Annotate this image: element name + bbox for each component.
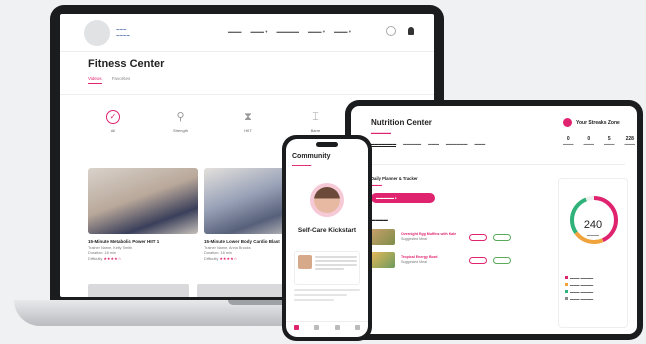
post-comments bbox=[294, 289, 360, 304]
phone: Community ▬▬▬▬▬▬ Self-Care Kickstart bbox=[282, 135, 372, 341]
page-title: Fitness Center bbox=[88, 58, 165, 70]
streak-stats: 0▬▬▬ 0▬▬▬ 5▬▬▬ 228▬▬▬ 41▬▬ bbox=[563, 136, 635, 146]
category-barre[interactable]: ⌶ Barre bbox=[301, 110, 331, 133]
category-strength[interactable]: ⚲ Strength bbox=[166, 110, 196, 133]
page-title: Community bbox=[292, 153, 331, 160]
streak-icon bbox=[563, 118, 572, 127]
calorie-label: ▬▬▬▬ bbox=[587, 233, 599, 237]
planner: Daily Planner & Tracker ▬▬▬ ▬▬▬▬▬ ▸ ▬▬▬▬… bbox=[371, 176, 553, 268]
log-button[interactable] bbox=[493, 233, 511, 241]
community-screen: Community ▬▬▬▬▬▬ Self-Care Kickstart bbox=[286, 139, 368, 337]
video-title: 15-Minute Metabolic Power HIIT 1 bbox=[88, 239, 160, 244]
calories-panel: 240 ▬▬▬▬ ▬▬▬ ▬▬▬▬ ▬▬▬ ▬▬▬▬ ▬▬▬ ▬▬▬▬ ▬▬▬ … bbox=[558, 178, 628, 328]
dumbbell-icon: ⚲ bbox=[176, 111, 185, 123]
calorie-value: 240 bbox=[583, 219, 603, 231]
meal-row[interactable]: Tropical Energy Bowl Suggested Meal bbox=[371, 252, 553, 268]
logo: ~~~ ~~~~ bbox=[116, 28, 131, 40]
section-title: Daily Planner & Tracker bbox=[371, 176, 418, 181]
category-all[interactable]: ✓ All bbox=[98, 110, 128, 133]
video-thumbnail[interactable] bbox=[88, 168, 198, 234]
primary-button[interactable]: ▬▬▬▬▬ ▸ bbox=[371, 193, 435, 203]
top-nav[interactable]: ▬▬▬ ▬▬▬ ▾ ▬▬▬▬▬ ▬▬▬ ▾ ▬▬▬ ▾ bbox=[228, 29, 351, 35]
page-title: Nutrition Center bbox=[371, 118, 432, 127]
avatar bbox=[84, 20, 110, 46]
barre-icon: ⌶ bbox=[312, 111, 319, 123]
tab-bar bbox=[286, 321, 368, 333]
post-image bbox=[298, 255, 312, 269]
group-avatar bbox=[310, 183, 344, 217]
meal-image bbox=[371, 229, 395, 245]
tab-favorites[interactable]: Favorites bbox=[112, 76, 131, 84]
divider bbox=[365, 164, 625, 165]
top-bar: ~~~ ~~~~ ▬▬▬ ▬▬▬ ▾ ▬▬▬▬▬ ▬▬▬ ▾ ▬▬▬ ▾ bbox=[60, 14, 434, 52]
tab-community[interactable] bbox=[334, 325, 340, 330]
tablet: Nutrition Center ▬▬▬▬▬ ▬▬▬▬▬▬▬ ▬▬▬▬▬ ▬▬▬ ▬▬… bbox=[345, 100, 643, 340]
video-card[interactable]: 15-Minute Metabolic Power HIIT 1 Trainer… bbox=[88, 168, 198, 262]
tab-videos[interactable]: Videos bbox=[88, 76, 102, 84]
check-icon: ✓ bbox=[106, 110, 120, 124]
tab-home[interactable] bbox=[293, 325, 299, 330]
community-post[interactable] bbox=[294, 251, 360, 285]
meals-title: ▬▬▬▬ bbox=[371, 217, 388, 222]
video-meta: Trainer Name, Kelly Smith Duration: 18 m… bbox=[88, 246, 133, 261]
user-icon[interactable] bbox=[386, 26, 396, 36]
tabs: Videos Favorites bbox=[88, 76, 130, 84]
macro-legend: ▬▬▬ ▬▬▬▬ ▬▬▬ ▬▬▬▬ ▬▬▬ ▬▬▬▬ ▬▬▬ ▬▬▬▬ bbox=[565, 275, 625, 303]
subtitle-link[interactable]: ▬▬▬▬▬ bbox=[371, 130, 391, 135]
subtitle-link[interactable]: ▬▬▬▬▬▬ bbox=[292, 163, 311, 167]
tab-profile[interactable] bbox=[355, 325, 361, 330]
meal-row[interactable]: Overnight Egg Muffins with Kale Suggested… bbox=[371, 229, 553, 245]
nutrition-center-screen: Nutrition Center ▬▬▬▬▬ ▬▬▬▬▬▬▬ ▬▬▬▬▬ ▬▬▬ ▬▬… bbox=[351, 106, 637, 334]
replace-button[interactable] bbox=[469, 233, 487, 241]
view-plan-link[interactable]: ▬▬▬ bbox=[371, 183, 553, 187]
category-hiit[interactable]: ⧗ HIIT bbox=[233, 110, 263, 133]
divider bbox=[60, 94, 434, 95]
rating-stars: ★★★★☆ bbox=[219, 256, 238, 261]
rating-stars: ★★★★☆ bbox=[103, 256, 122, 261]
log-button[interactable] bbox=[493, 256, 511, 264]
group-title: Self-Care Kickstart bbox=[297, 227, 357, 234]
tab-explore[interactable] bbox=[314, 325, 320, 330]
meal-image bbox=[371, 252, 395, 268]
dynamic-island bbox=[316, 142, 338, 147]
hiit-icon: ⧗ bbox=[244, 111, 252, 123]
nutrition-nav[interactable]: ▬▬▬▬▬▬▬ ▬▬▬▬▬ ▬▬▬ ▬▬▬▬▬▬ ▬▬▬ bbox=[371, 142, 485, 147]
bell-icon[interactable] bbox=[408, 27, 414, 35]
streaks-header: Your Streaks Zone bbox=[563, 118, 620, 127]
replace-button[interactable] bbox=[469, 256, 487, 264]
